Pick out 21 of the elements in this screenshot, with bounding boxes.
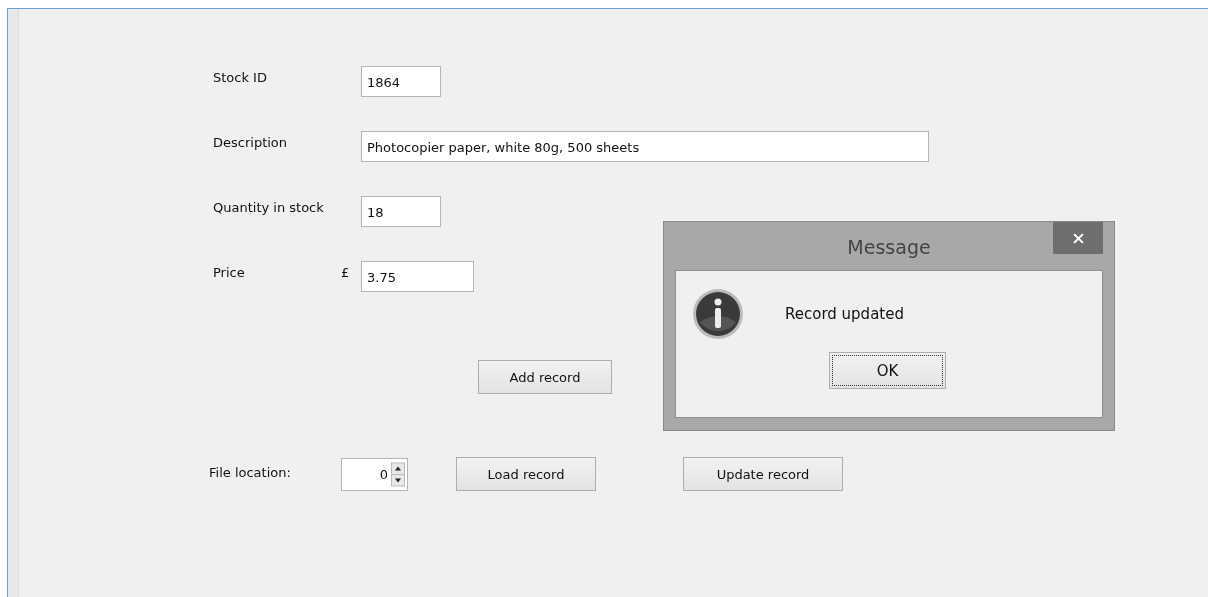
close-button[interactable] bbox=[1053, 222, 1103, 254]
message-text: Record updated bbox=[785, 305, 904, 323]
text-field[interactable]: 18 bbox=[361, 196, 441, 227]
number-spinner[interactable]: 0 bbox=[341, 457, 408, 491]
field-label: Description bbox=[213, 134, 289, 150]
add-record-button[interactable]: Add record bbox=[478, 360, 612, 394]
update-record-button[interactable]: Update record bbox=[683, 457, 843, 491]
field-label: Quantity in stock bbox=[213, 199, 325, 215]
field-label: Price bbox=[213, 264, 246, 280]
text-field[interactable]: 1864 bbox=[361, 66, 441, 97]
currency-sign: £ bbox=[341, 265, 350, 280]
text-field[interactable]: Photocopier paper, white 80g, 500 sheets bbox=[361, 131, 929, 162]
field-label: Stock ID bbox=[213, 69, 268, 85]
ok-button[interactable]: OK bbox=[829, 352, 946, 389]
load-record-button[interactable]: Load record bbox=[456, 457, 596, 491]
text-field[interactable]: 3.75 bbox=[361, 261, 474, 292]
close-icon bbox=[1072, 232, 1084, 244]
info-icon bbox=[692, 288, 744, 340]
spinner-arrows-icon[interactable] bbox=[391, 461, 405, 487]
file-location-label: File location: bbox=[209, 464, 292, 482]
dialog-title: Message bbox=[847, 236, 931, 258]
